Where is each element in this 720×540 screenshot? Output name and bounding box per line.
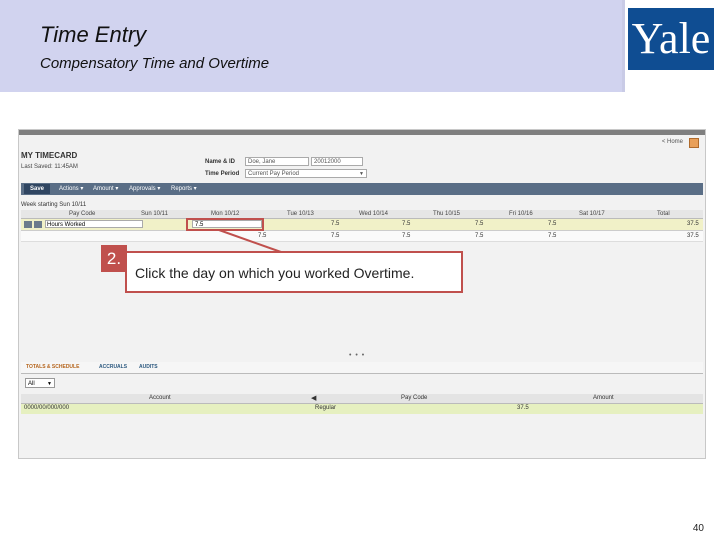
step-number-badge: 2. <box>101 245 127 272</box>
instruction-callout: Click the day on which you worked Overti… <box>125 251 463 293</box>
page-number: 40 <box>692 523 704 534</box>
instruction-text: Click the day on which you worked Overti… <box>135 265 415 281</box>
